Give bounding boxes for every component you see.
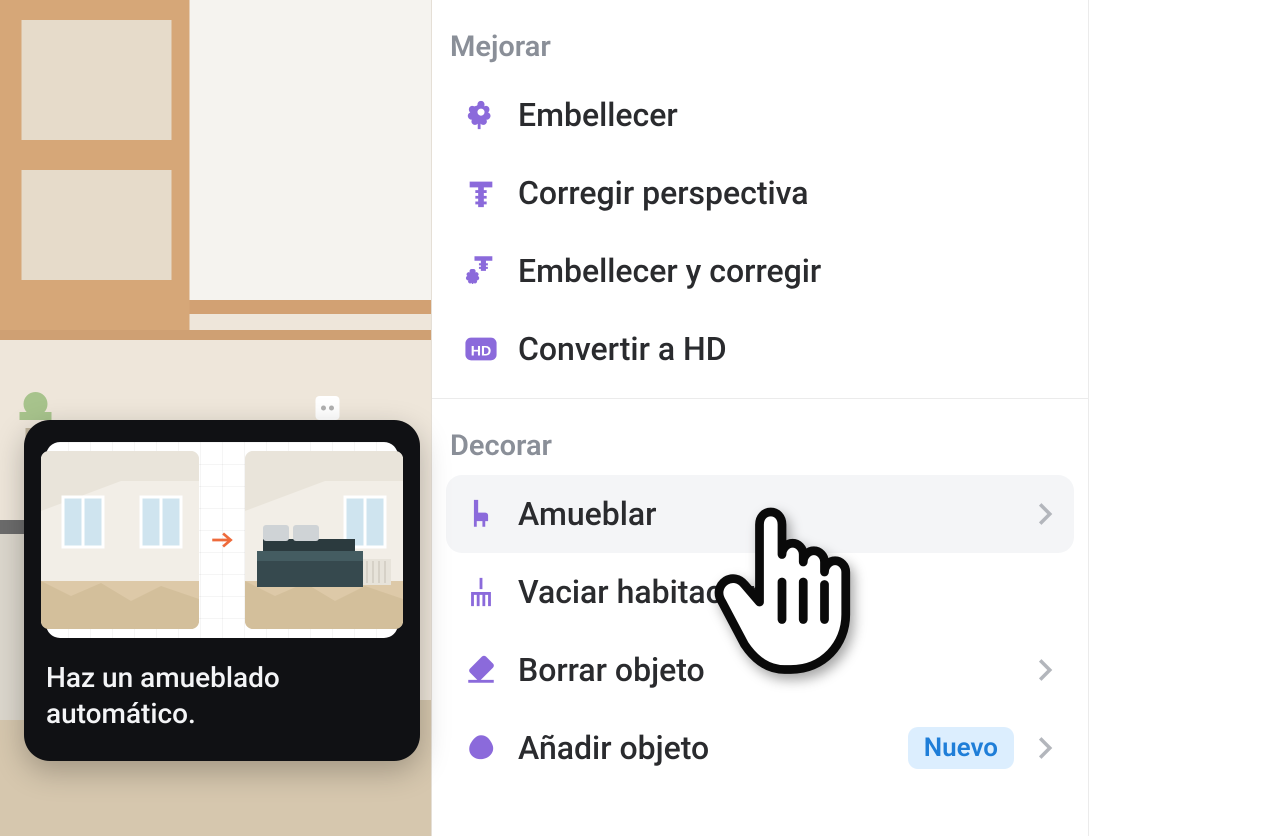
section-title-decorar: Decorar [446, 429, 1074, 463]
svg-text:HD: HD [471, 343, 491, 359]
chevron-right-icon [1034, 659, 1056, 681]
straighten-icon [464, 176, 498, 210]
menu-item-embellecer-corregir[interactable]: Embellecer y corregir [446, 232, 1074, 310]
menu-item-anadir[interactable]: Añadir objeto Nuevo [446, 709, 1074, 787]
right-blank-panel [1089, 0, 1272, 836]
preview-after [245, 451, 403, 629]
eraser-icon [464, 653, 498, 687]
tooltip-card: Haz un amueblado automático. [24, 420, 420, 761]
section-mejorar: Mejorar Embellecer Corregir perspectiva … [432, 0, 1088, 398]
flower-icon [464, 98, 498, 132]
menu-item-borrar[interactable]: Borrar objeto [446, 631, 1074, 709]
menu-item-hd[interactable]: HD Convertir a HD [446, 310, 1074, 388]
flower-straighten-icon [464, 254, 498, 288]
menu-label: Amueblar [518, 495, 656, 533]
menu-label: Vaciar habitación [518, 573, 766, 611]
actions-menu: Mejorar Embellecer Corregir perspectiva … [432, 0, 1089, 836]
chair-icon [464, 497, 498, 531]
tooltip-text: Haz un amueblado automático. [46, 660, 398, 733]
preview-before [41, 451, 199, 629]
section-title-mejorar: Mejorar [446, 30, 1074, 64]
menu-item-embellecer[interactable]: Embellecer [446, 76, 1074, 154]
before-after-preview [46, 442, 398, 638]
menu-label: Añadir objeto [518, 729, 709, 767]
section-decorar: Decorar Amueblar Vaciar habitación [432, 398, 1088, 797]
menu-label: Embellecer [518, 96, 678, 134]
chevron-right-icon [1034, 737, 1056, 759]
menu-item-corregir[interactable]: Corregir perspectiva [446, 154, 1074, 232]
menu-label: Embellecer y corregir [518, 252, 821, 290]
chevron-right-icon [1034, 503, 1056, 525]
menu-label: Corregir perspectiva [518, 174, 809, 212]
menu-item-vaciar[interactable]: Vaciar habitación [446, 553, 1074, 631]
menu-label: Convertir a HD [518, 330, 727, 368]
arrow-right-icon [207, 525, 237, 555]
new-badge: Nuevo [908, 727, 1014, 769]
broom-icon [464, 575, 498, 609]
menu-item-amueblar[interactable]: Amueblar [446, 475, 1074, 553]
hd-icon: HD [464, 332, 498, 366]
blob-icon [464, 731, 498, 765]
menu-label: Borrar objeto [518, 651, 705, 689]
